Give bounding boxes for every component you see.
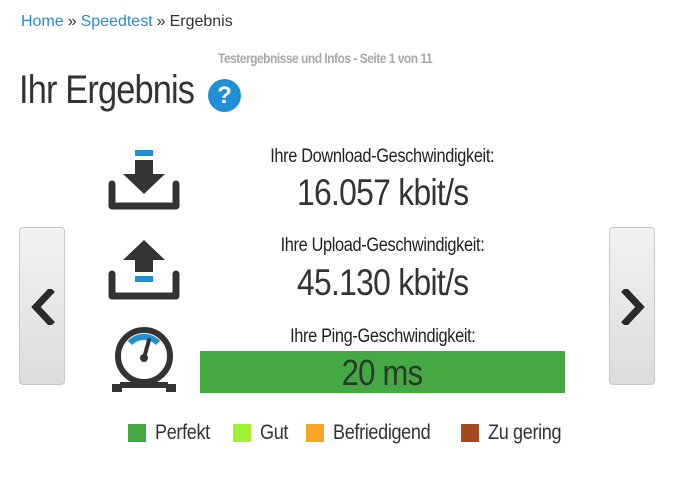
breadcrumb: Home» Speedtest» Ergebnis (21, 13, 233, 31)
download-speed-label: Ihre Download-Geschwindigkeit: (270, 146, 495, 167)
legend-item-befriedigend: Befriedigend (306, 421, 446, 445)
legend-item-perfekt: Perfekt (128, 421, 219, 445)
gauge-icon (112, 327, 176, 392)
legend-label: Gut (259, 421, 288, 444)
legend-swatch (460, 424, 479, 442)
breadcrumb-current: Ergebnis (169, 13, 233, 30)
help-icon[interactable]: ? (208, 79, 241, 112)
legend-swatch (128, 424, 146, 442)
previous-page-button[interactable] (19, 227, 65, 385)
breadcrumb-home-link[interactable]: Home (21, 13, 64, 30)
legend-item-gut: Gut (232, 421, 293, 445)
legend-swatch (306, 424, 325, 442)
ping-speed-label: Ihre Ping-Geschwindigkeit: (289, 326, 476, 347)
upload-speed-value: 45.130 kbit/s (296, 262, 469, 303)
page-title: Ihr Ergebnis (19, 68, 195, 112)
ping-speed-value: 20 ms (342, 352, 424, 393)
ping-rating-bar: 20 ms (200, 351, 565, 393)
legend-label: Perfekt (155, 421, 210, 444)
page-subtitle: Testergebnisse und Infos - Seite 1 von 1… (218, 50, 433, 66)
legend-label: Zu gering (487, 421, 562, 444)
legend-item-zu-gering: Zu gering (460, 421, 573, 445)
breadcrumb-separator: » (156, 13, 166, 30)
download-tray-icon (108, 150, 180, 210)
breadcrumb-speedtest-link[interactable]: Speedtest (81, 13, 153, 30)
chevron-left-icon (31, 289, 55, 325)
upload-speed-label: Ihre Upload-Geschwindigkeit: (280, 235, 485, 256)
legend-swatch (232, 424, 251, 442)
upload-tray-icon (108, 240, 180, 300)
legend-label: Befriedigend (333, 421, 431, 444)
download-speed-value: 16.057 kbit/s (296, 172, 469, 213)
chevron-right-icon (621, 289, 645, 325)
breadcrumb-separator: » (67, 13, 77, 30)
next-page-button[interactable] (609, 227, 655, 385)
rating-legend: Perfekt Gut Befriedigend Zu gering (128, 421, 587, 445)
